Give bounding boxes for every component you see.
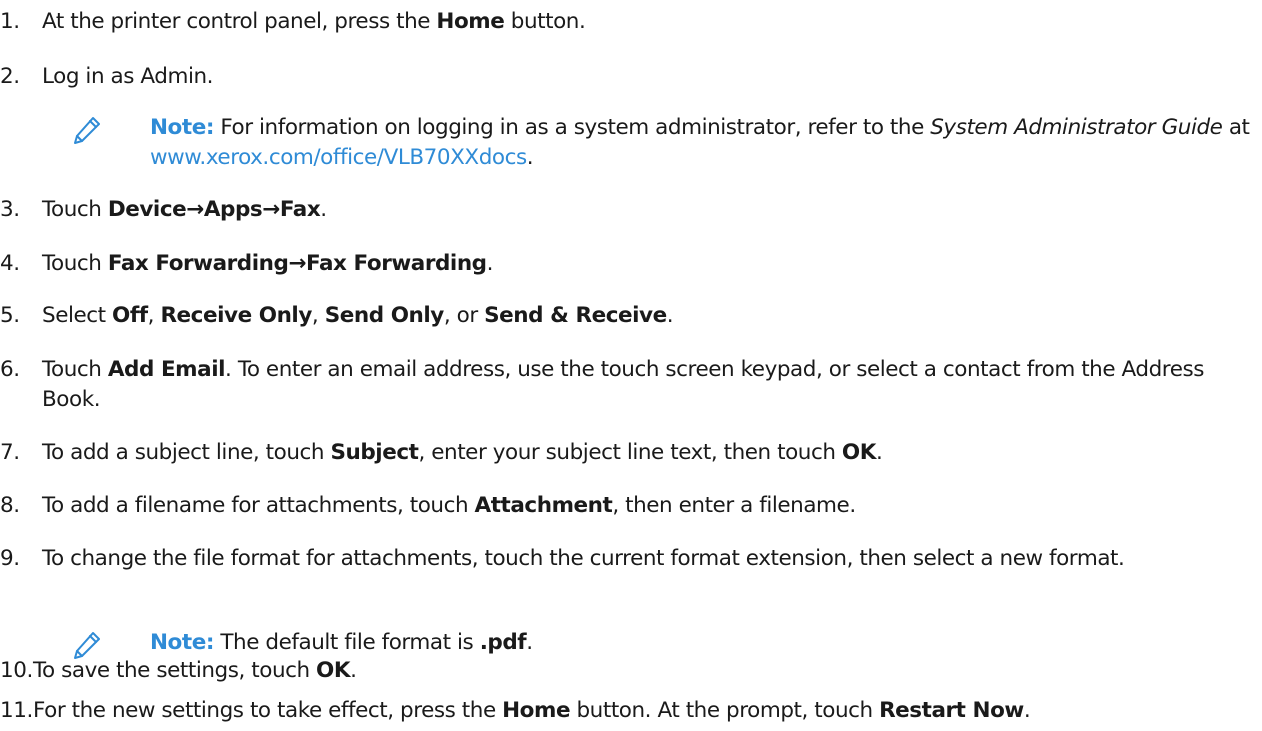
step-text: For the new settings to take effect, pre… (33, 698, 1031, 723)
step-number: 7. (0, 440, 20, 465)
step-text: Touch Device→Apps→Fax. (42, 197, 327, 222)
note-text: Note: For information on logging in as a… (150, 115, 1250, 170)
note-text: Note: The default file format is .pdf. (150, 630, 533, 655)
step-text: To save the settings, touch OK. (33, 658, 357, 683)
step-number: 1. (0, 9, 20, 34)
step-number: 6. (0, 357, 20, 382)
step-text: To change the file format for attachment… (42, 546, 1125, 571)
step-number: 3. (0, 197, 20, 222)
step-number: 4. (0, 251, 20, 276)
step-text: Log in as Admin. (42, 64, 214, 89)
document-page: 1. At the printer control panel, press t… (0, 0, 1262, 731)
step-text: Touch Fax Forwarding→Fax Forwarding. (42, 251, 494, 276)
step-number: 10. (0, 658, 33, 683)
step-text: Touch Add Email. To enter an email addre… (42, 357, 1204, 412)
step-text: To add a filename for attachments, touch… (42, 493, 856, 518)
step-text: At the printer control panel, press the … (42, 9, 586, 34)
step-number: 2. (0, 64, 20, 89)
step-text: To add a subject line, touch Subject, en… (42, 440, 883, 465)
step-text: Select Off, Receive Only, Send Only, or … (42, 303, 674, 328)
xerox-docs-link[interactable]: www.xerox.com/office/VLB70XXdocs (150, 145, 527, 170)
step-number: 5. (0, 303, 20, 328)
step-number: 8. (0, 493, 20, 518)
step-number: 9. (0, 546, 20, 571)
step-number: 11. (0, 698, 33, 723)
pencil-icon (74, 117, 100, 144)
